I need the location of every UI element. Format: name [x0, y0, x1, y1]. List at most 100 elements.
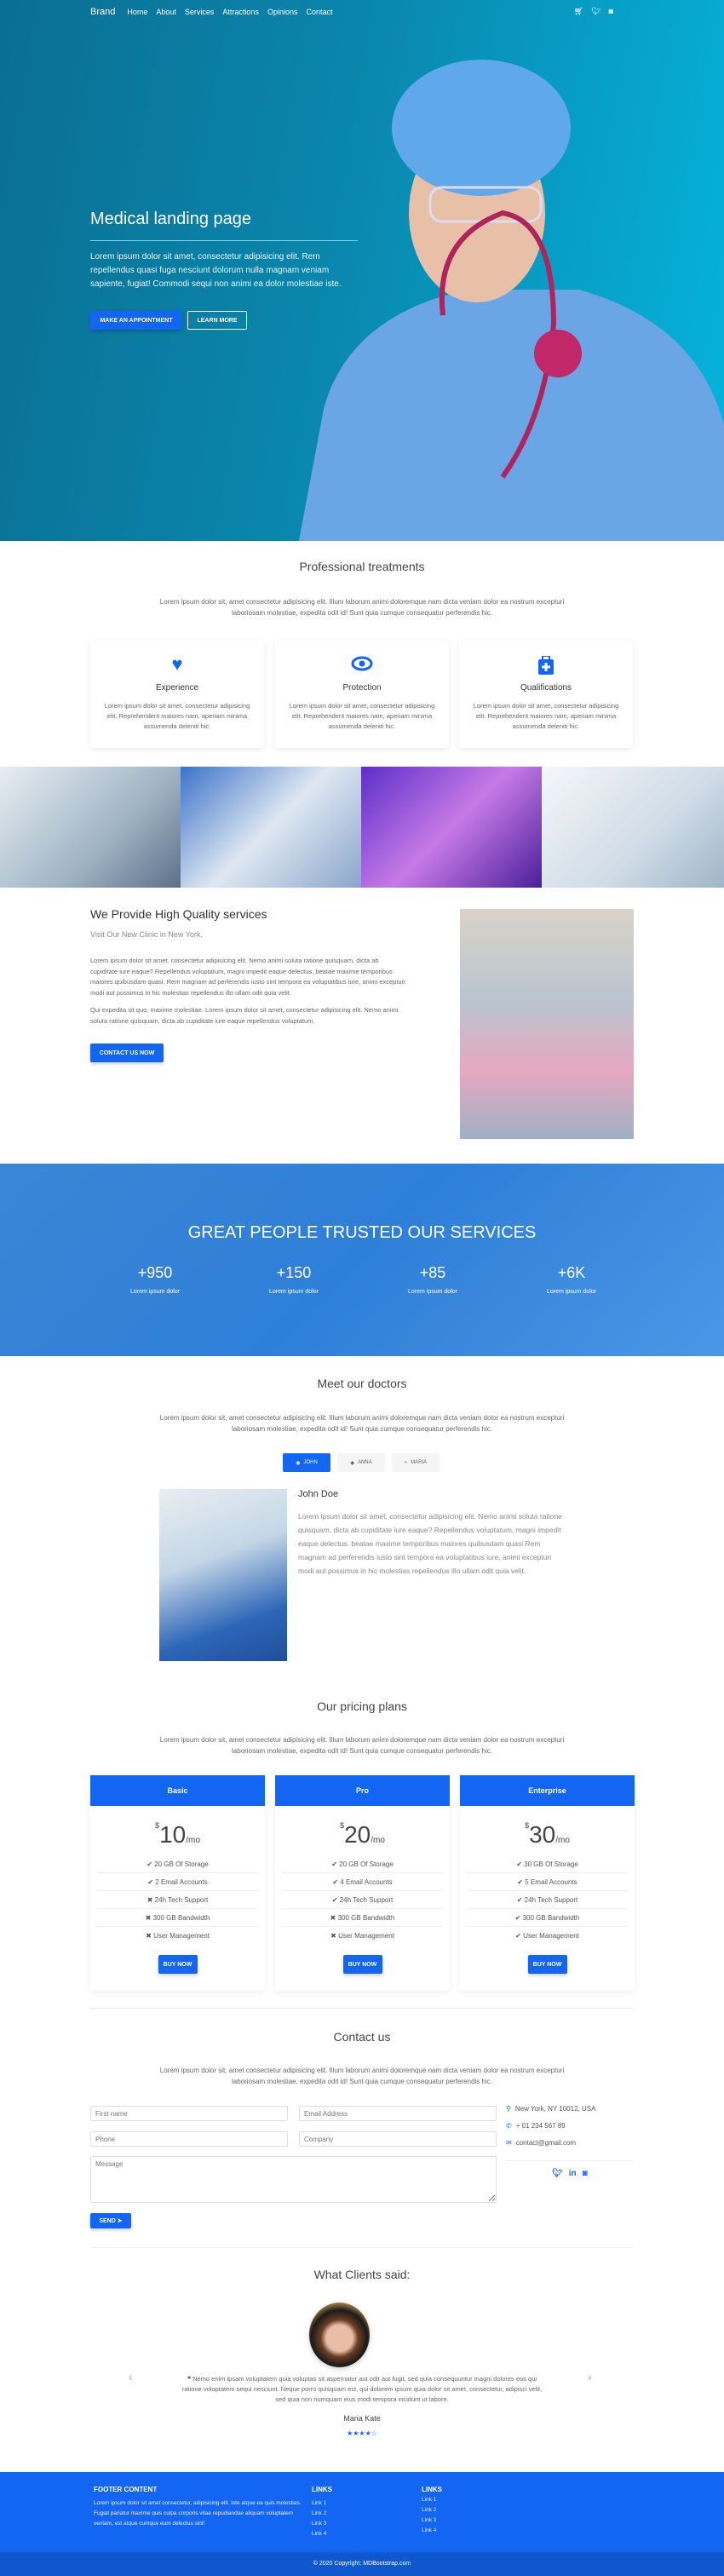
stat-label: Lorem ipsum dolor	[408, 1289, 457, 1295]
stat-label: Lorem ipsum dolor	[269, 1289, 319, 1295]
tab-anna[interactable]: ◆ ANNA	[337, 1453, 385, 1472]
client-rating: ★★★★☆	[0, 2429, 724, 2437]
instagram-icon[interactable]: ◙	[583, 2169, 588, 2178]
card-text: Lorem ipsum dolor sit amet, consectetur …	[289, 702, 435, 730]
phone-item: ✆ + 01 234 567 89	[506, 2122, 566, 2130]
plan-feature: ✔ 24h Tech Support	[282, 1891, 443, 1909]
first-name-input[interactable]	[90, 2106, 288, 2121]
price-period: /mo	[371, 1836, 385, 1845]
card-title: Protection	[342, 683, 382, 693]
stethoscope-photo	[181, 767, 361, 888]
hero-title: Medical landing page	[90, 210, 252, 228]
cart-icon[interactable]: 🛒︎	[574, 7, 583, 16]
stat-item: +150 Lorem ipsum dolor	[251, 1264, 336, 1297]
divider	[506, 2160, 634, 2161]
nav-icons: 🛒︎ 🐦︎ ◙	[574, 7, 613, 16]
phone-icon: ✆	[506, 2122, 512, 2130]
pricing-card: Enterprise $30/mo ✔ 30 GB Of Storage ✔ 5 E…	[460, 1775, 635, 1991]
services-paragraph-2: Qui expedita sit quo, maxime molestiae. …	[90, 1006, 399, 1025]
price-period: /mo	[186, 1836, 200, 1845]
footer-link[interactable]: Link 2	[422, 2505, 442, 2516]
times-icon: ✖	[147, 1896, 153, 1904]
nav-opinions[interactable]: Opinions	[267, 8, 298, 16]
clients-title: What Clients said:	[313, 2268, 411, 2281]
stat-label: Lorem ipsum dolor	[547, 1289, 596, 1295]
phone-input[interactable]	[90, 2131, 288, 2147]
nav-contact[interactable]: Contact	[306, 8, 332, 16]
twitter-icon[interactable]: 🐦︎	[591, 7, 600, 16]
feature-text: 20 GB Of Storage	[339, 1860, 394, 1868]
stat-item: +6K Lorem ipsum dolor	[529, 1264, 614, 1297]
dental-photo	[542, 767, 724, 888]
divider	[90, 2247, 634, 2248]
tab-label: MARIA	[411, 1460, 428, 1465]
message-textarea[interactable]	[90, 2156, 497, 2203]
footer-link[interactable]: Link 1	[312, 2498, 332, 2509]
plan-feature: ✖ User Management	[282, 1927, 443, 1945]
feature-text: User Management	[153, 1932, 210, 1940]
tab-john[interactable]: ◉ JOHN	[283, 1453, 330, 1472]
contact-us-now-button[interactable]: CONTACT US NOW	[90, 1044, 164, 1062]
check-icon: ✔	[331, 1896, 338, 1904]
nav-attractions[interactable]: Attractions	[222, 8, 259, 16]
star-filled-icon: ★	[359, 2429, 365, 2437]
carousel-next-icon[interactable]: ›	[588, 2370, 592, 2383]
heart-icon: ♥	[171, 653, 183, 675]
stat-value: +150	[276, 1264, 312, 1281]
plan-feature: ✔ User Management	[467, 1927, 628, 1945]
card-qualifications: Qualifications Lorem ipsum dolor sit ame…	[459, 641, 633, 748]
nav-home[interactable]: Home	[127, 8, 147, 16]
footer-link[interactable]: Link 4	[422, 2526, 442, 2536]
buy-now-button[interactable]: BUY NOW	[527, 1955, 567, 1974]
card-experience: ♥ Experience Lorem ipsum dolor sit amet,…	[90, 641, 264, 748]
plan-feature: ✖ 300 GB Bandwidth	[97, 1909, 258, 1927]
footer-text: Lorem ipsum dolor sit amet consectetur, …	[94, 2500, 302, 2527]
pricing-card: Basic $10/mo ✔ 20 GB Of Storage ✔ 2 Email …	[90, 1775, 265, 1991]
footer-link[interactable]: Link 3	[312, 2519, 332, 2529]
email-text: contact@gmail.com	[515, 2139, 577, 2147]
learn-more-button[interactable]: LEARN MORE	[187, 311, 247, 330]
feature-text: 4 Email Accounts	[340, 1878, 393, 1886]
footer-link[interactable]: Link 2	[312, 2509, 332, 2519]
buy-now-button[interactable]: BUY NOW	[158, 1955, 198, 1974]
plan-feature: ✔ 20 GB Of Storage	[282, 1855, 443, 1873]
plan-feature: ✔ 20 GB Of Storage	[97, 1855, 258, 1873]
tab-maria[interactable]: ⌕ MARIA	[392, 1453, 440, 1472]
nav-about[interactable]: About	[156, 8, 176, 16]
brand-logo[interactable]: Brand	[90, 7, 115, 17]
footer-link[interactable]: Link 4	[312, 2529, 332, 2539]
doctor-bio: Lorem ipsum dolor sit amet, consectetur …	[298, 1512, 562, 1575]
medkit-icon	[459, 655, 633, 675]
plan-name: Basic	[90, 1775, 265, 1806]
send-button[interactable]: SEND ➤	[90, 2213, 131, 2228]
footer-link[interactable]: Link 3	[422, 2516, 442, 2526]
services-subtitle: Visit Our New Clinic in New York.	[90, 930, 203, 939]
links-title: LINKS	[422, 2486, 442, 2493]
trust-title: GREAT PEOPLE TRUSTED OUR SERVICES	[187, 1223, 537, 1242]
pricing-card: Pro $20/mo ✔ 20 GB Of Storage ✔ 4 Email Ac…	[275, 1775, 450, 1991]
times-icon: ✖	[145, 1914, 152, 1922]
instagram-icon[interactable]: ◙	[609, 7, 613, 16]
plan-feature: ✔ 5 Email Accounts	[467, 1873, 628, 1891]
company-input[interactable]	[299, 2131, 497, 2147]
footer-title: FOOTER CONTENT	[94, 2486, 158, 2493]
carousel-prev-icon[interactable]: ‹	[129, 2370, 133, 2383]
make-appointment-button[interactable]: MAKE AN APPOINTMENT	[90, 311, 182, 330]
buy-now-button[interactable]: BUY NOW	[342, 1955, 382, 1974]
card-text: Lorem ipsum dolor sit amet, consectetur …	[104, 702, 250, 730]
treatments-lead: Lorem ipsum dolor sit, amet consectetur …	[159, 598, 565, 617]
feature-text: 300 GB Bandwidth	[152, 1914, 210, 1922]
nav-services[interactable]: Services	[185, 8, 215, 16]
stat-value: +85	[419, 1264, 446, 1281]
contact-lead: Lorem ipsum dolor sit, amet consectetur …	[159, 2067, 565, 2085]
card-title: Experience	[155, 683, 199, 693]
price-period: /mo	[555, 1836, 570, 1845]
price-value: 30	[529, 1821, 556, 1848]
footer-link[interactable]: Link 1	[422, 2495, 442, 2505]
check-icon: ✔	[147, 1860, 152, 1868]
feature-text: 24h Tech Support	[339, 1896, 394, 1904]
linkedin-icon[interactable]: in	[569, 2169, 577, 2178]
email-input[interactable]	[299, 2106, 497, 2121]
twitter-icon[interactable]: 🐦︎	[552, 2169, 563, 2178]
paper-plane-icon: ➤	[117, 2218, 123, 2224]
